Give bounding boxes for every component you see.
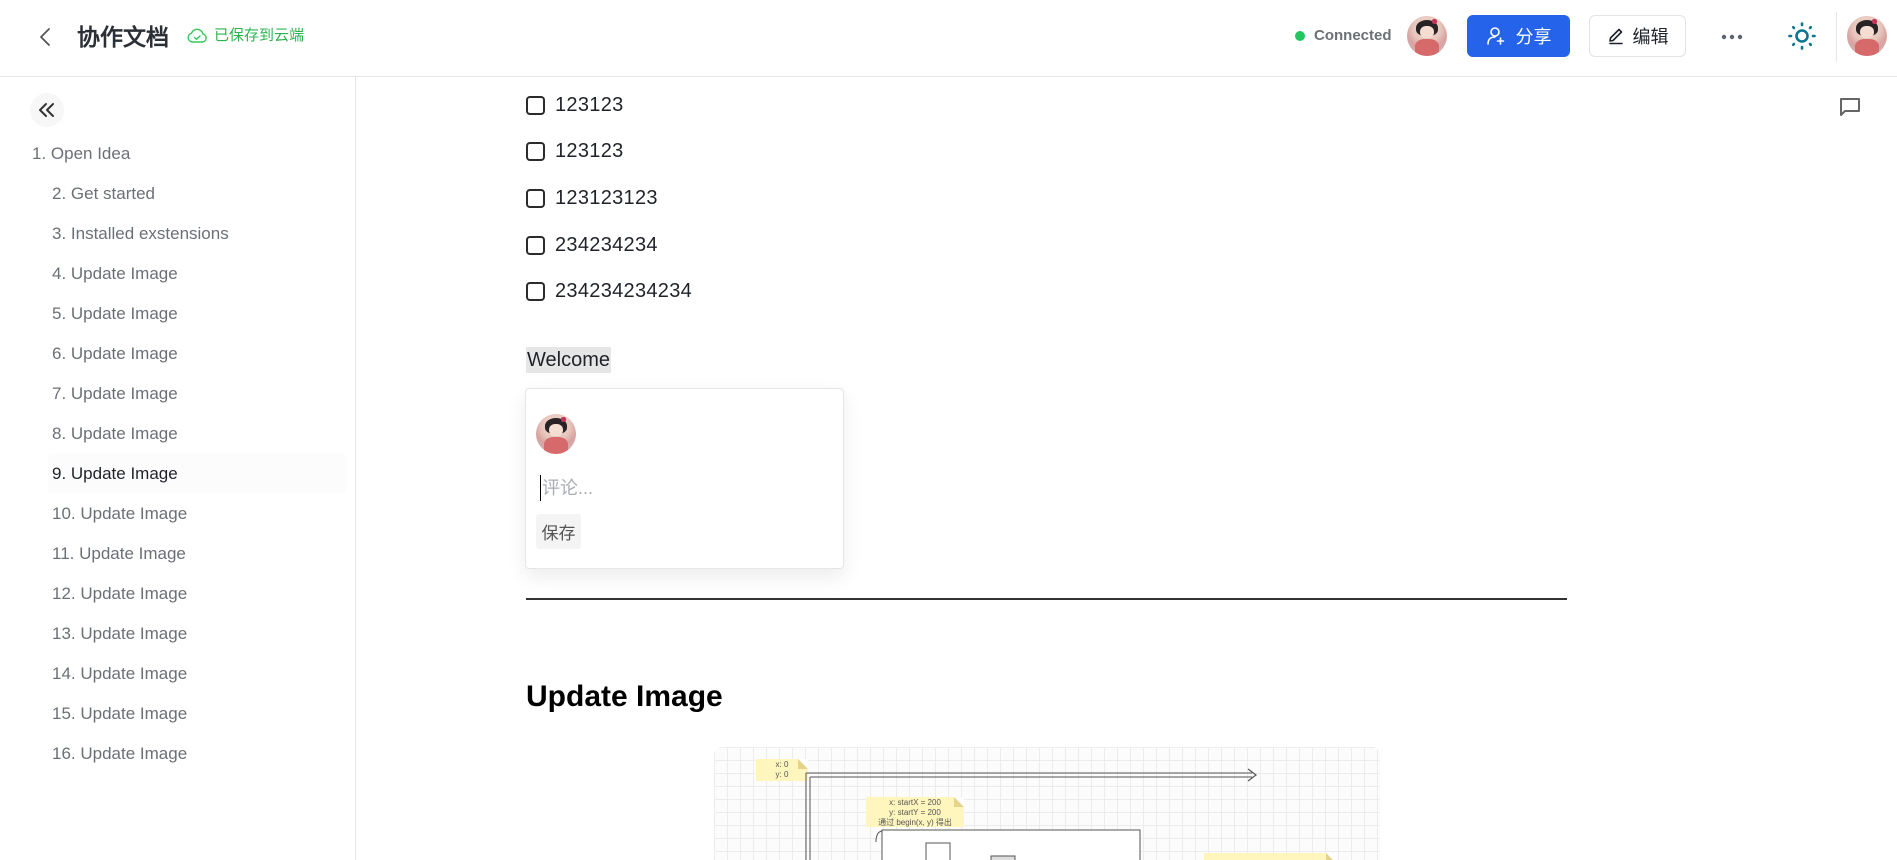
diagram-image[interactable]: x: 0 y: 0 x: startX = 200 y: startY = 20… — [714, 747, 1380, 860]
start-note: x: startX = 200 y: startY = 200 通过 begin… — [866, 797, 964, 827]
more-horizontal-icon — [1721, 34, 1743, 40]
toc-item[interactable]: 14. Update Image — [0, 654, 346, 694]
share-button[interactable]: 分享 — [1467, 15, 1570, 57]
connection-status-text: Connected — [1314, 27, 1392, 44]
toc-item[interactable]: 10. Update Image — [0, 494, 346, 534]
theme-toggle-button[interactable] — [1784, 18, 1820, 54]
diagram-arrows — [805, 768, 1257, 860]
toc-item[interactable]: 2. Get started — [0, 174, 346, 214]
task-text[interactable]: 123123 — [555, 140, 624, 163]
user-avatar[interactable] — [1847, 16, 1887, 56]
toc-sidebar: 1. Open Idea 2. Get started 3. Installed e… — [0, 77, 356, 860]
edit-label: 编辑 — [1632, 27, 1669, 47]
task-text[interactable]: 234234234234 — [555, 280, 692, 303]
save-comment-button[interactable]: 保存 — [536, 514, 581, 549]
table-of-contents: 1. Open Idea 2. Get started 3. Installed e… — [0, 134, 346, 774]
message-square-icon — [1840, 98, 1860, 116]
toc-item[interactable]: 11. Update Image — [0, 534, 346, 574]
note-line: y: startY = 200 — [889, 808, 941, 817]
more-button[interactable] — [1713, 22, 1751, 52]
toc-item[interactable]: 13. Update Image — [0, 614, 346, 654]
toc-item[interactable]: 7. Update Image — [0, 374, 346, 414]
toc-item[interactable]: 12. Update Image — [0, 574, 346, 614]
document-editor: 123123 123123 123123123 234234234 2342342342… — [357, 77, 1897, 860]
task-checkbox[interactable] — [526, 236, 545, 255]
comment-popup: 保存 — [525, 388, 844, 569]
note-line: x: startX = 200 — [889, 798, 941, 807]
sun-icon — [1788, 22, 1816, 50]
share-label: 分享 — [1515, 27, 1552, 47]
toc-item[interactable]: 5. Update Image — [0, 294, 346, 334]
task-checkbox[interactable] — [526, 142, 545, 161]
task-checkbox[interactable] — [526, 96, 545, 115]
status-dot-icon — [1295, 31, 1305, 41]
highlighted-text[interactable]: Welcome — [526, 347, 611, 373]
pencil-icon — [1608, 28, 1623, 45]
task-checkbox[interactable] — [526, 189, 545, 208]
save-status: 已保存到云端 — [186, 24, 304, 48]
document-title: 协作文档 — [77, 24, 169, 50]
toc-item[interactable]: 1. Open Idea — [0, 134, 346, 174]
chevrons-left-icon — [39, 103, 54, 117]
cloud-check-icon — [187, 28, 207, 43]
header-divider — [1836, 12, 1837, 62]
collapse-sidebar-button[interactable] — [30, 93, 64, 127]
task-item: 123123 — [526, 140, 624, 163]
task-item: 234234234234 — [526, 280, 692, 303]
toc-item[interactable]: 6. Update Image — [0, 334, 346, 374]
comments-button[interactable] — [1835, 92, 1865, 122]
comment-author-avatar — [536, 414, 576, 454]
edit-button[interactable]: 编辑 — [1589, 15, 1686, 57]
task-text[interactable]: 123123 — [555, 94, 624, 117]
toc-item[interactable]: 16. Update Image — [0, 734, 346, 774]
section-heading: Update Image — [526, 680, 723, 713]
comment-input[interactable] — [540, 475, 830, 501]
toc-item[interactable]: 8. Update Image — [0, 414, 346, 454]
toc-item[interactable]: 3. Installed exstensions — [0, 214, 346, 254]
save-status-text: 已保存到云端 — [214, 27, 305, 44]
task-item: 123123123 — [526, 187, 658, 210]
top-header: 协作文档 已保存到云端 Connected 分享 编辑 — [0, 0, 1897, 77]
back-button[interactable] — [30, 22, 60, 52]
chevron-left-icon — [40, 28, 50, 46]
task-item: 234234234 — [526, 234, 658, 257]
collaborator-avatar[interactable] — [1407, 16, 1447, 56]
horizontal-divider — [526, 598, 1567, 600]
task-item: 123123 — [526, 94, 624, 117]
task-text[interactable]: 234234234 — [555, 234, 658, 257]
toc-item[interactable]: 4. Update Image — [0, 254, 346, 294]
note-line: 通过 begin(x, y) 得出 — [878, 818, 952, 827]
toc-item[interactable]: 15. Update Image — [0, 694, 346, 734]
toc-item[interactable]: 9. Update Image — [48, 454, 346, 494]
task-checkbox[interactable] — [526, 282, 545, 301]
user-add-icon — [1486, 27, 1504, 45]
connection-status: Connected — [1295, 24, 1392, 48]
side-note — [1204, 853, 1336, 860]
task-text[interactable]: 123123123 — [555, 187, 658, 210]
